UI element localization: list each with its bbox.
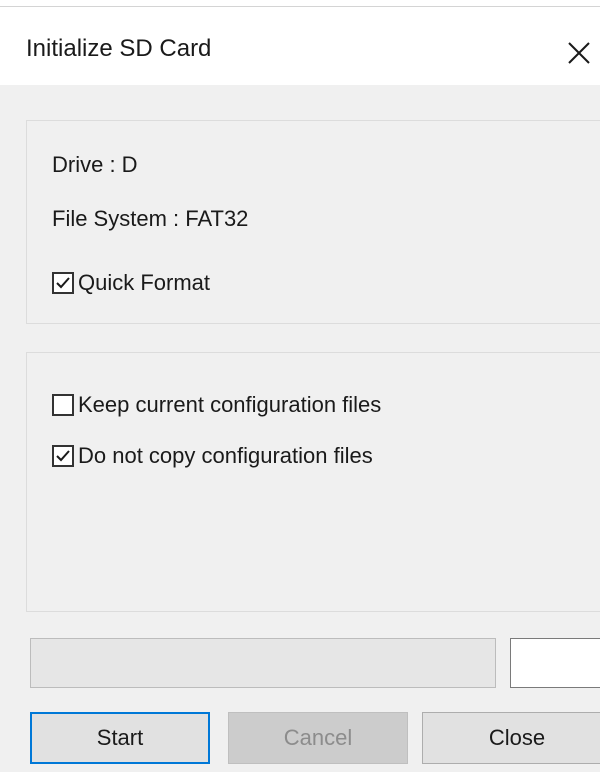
drive-label: Drive : D [52, 152, 138, 177]
quick-format-checkbox[interactable]: Quick Format [52, 270, 210, 296]
cancel-button[interactable]: Cancel [228, 712, 408, 764]
close-icon[interactable] [566, 40, 592, 66]
format-progress-bar [30, 638, 496, 688]
keep-current-config-label: Keep current configuration files [78, 392, 382, 417]
close-button[interactable]: Close [422, 712, 600, 764]
title-bar[interactable]: Initialize SD Card [0, 7, 600, 85]
window-title: Initialize SD Card [26, 35, 212, 62]
checkbox-box[interactable] [52, 445, 74, 467]
configuration-options-group [26, 352, 600, 612]
checkbox-box[interactable] [52, 272, 74, 294]
status-box [510, 638, 600, 688]
quick-format-label: Quick Format [78, 270, 211, 295]
keep-current-config-checkbox[interactable]: Keep current configuration files [52, 392, 381, 418]
do-not-copy-config-checkbox[interactable]: Do not copy configuration files [52, 443, 373, 469]
start-button[interactable]: Start [30, 712, 210, 764]
do-not-copy-config-label: Do not copy configuration files [78, 443, 373, 468]
file-system-label: File System : FAT32 [52, 206, 249, 231]
checkbox-box[interactable] [52, 394, 74, 416]
